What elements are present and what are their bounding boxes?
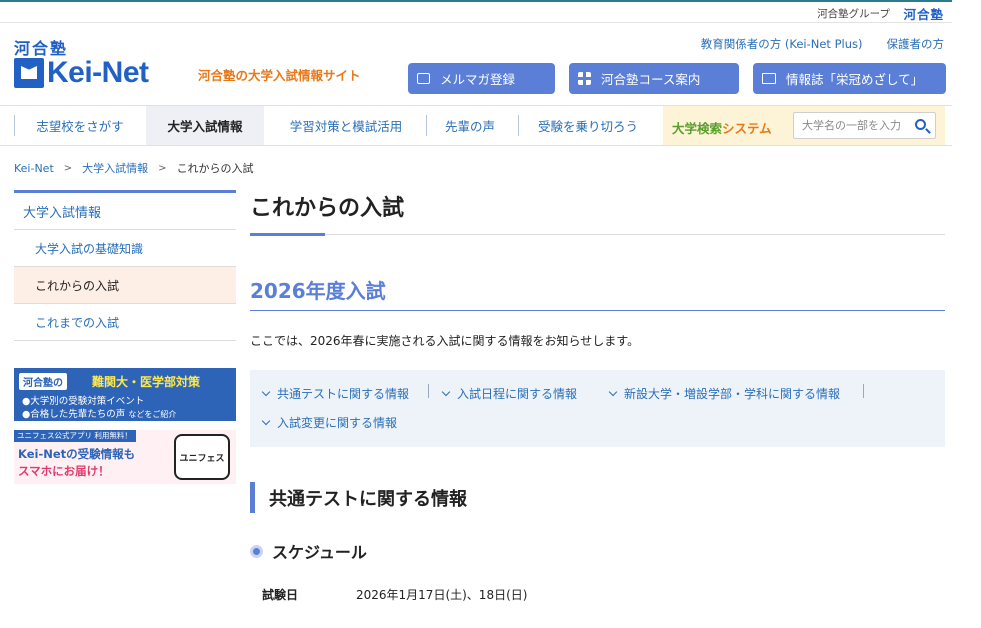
group-logo[interactable]: 河合塾 [903,4,944,23]
breadcrumb-admission[interactable]: 大学入試情報 [82,160,148,176]
header-buttons: メルマガ登録 河合塾コース案内 情報誌「栄冠めざして」 [408,63,946,94]
chevron-right-icon: > [63,162,73,174]
section-divider [250,310,945,311]
book-logo-icon [14,58,44,88]
sidebar-item-upcoming[interactable]: これからの入試 [14,267,236,304]
newsletter-button[interactable]: メルマガ登録 [408,63,555,94]
search-label-b: システム [722,121,772,136]
sidebar-item-past[interactable]: これまでの入試 [14,304,236,341]
intro-text: ここでは、2026年春に実施される入試に関する情報をお知らせします。 [250,334,640,348]
kei-net-logo[interactable]: Kei-Net [14,57,149,89]
group-bar: 河合塾グループ 河合塾 [0,2,952,23]
schedule-row: 試験日 2026年1月17日(土)、18日(日) [262,586,527,603]
jump-schedule[interactable]: 入試日程に関する情報 [441,385,578,402]
jump-common-test-label: 共通テストに関する情報 [277,387,410,401]
jump-schedule-label: 入試日程に関する情報 [457,387,578,401]
schedule-heading-text: スケジュール [272,543,367,562]
sidebar-item-basics[interactable]: 大学入試の基礎知識 [14,230,236,267]
search-icon[interactable] [915,119,926,130]
chevron-down-icon [441,387,451,396]
chevron-right-icon: > [158,162,167,174]
anchor-links: 共通テストに関する情報 入試日程に関する情報 新設大学・増設学部・学科に関する情… [250,370,945,447]
course-guide-button[interactable]: 河合塾コース案内 [569,63,739,94]
sidebar: 大学入試情報 大学入試の基礎知識 これからの入試 これまでの入試 [14,190,236,341]
breadcrumb: Kei-Net > 大学入試情報 > これからの入試 [14,160,254,176]
nav-admission-info[interactable]: 大学入試情報 [146,106,264,145]
mail-icon [417,73,430,84]
chevron-down-icon [608,387,618,396]
title-divider [250,233,945,236]
book-icon [762,73,776,84]
unifes-app-icon: ユニフェス [174,434,230,480]
banner2-line2: スマホにお届け！ [18,464,110,478]
nav-senpai-voice[interactable]: 先輩の声 [426,106,514,145]
bullet-icon [250,544,263,558]
separator [863,384,864,398]
banner1-line1: ●大学別の受験対策イベント [22,396,145,407]
site-tagline: 河合塾の大学入試情報サイト [198,68,361,83]
search-system-label[interactable]: 大学検索システム [672,118,772,137]
breadcrumb-home[interactable]: Kei-Net [14,162,54,175]
chevron-down-icon [261,416,271,425]
schedule-value: 2026年1月17日(土)、18日(日) [356,588,528,602]
page-title: これからの入試 [250,196,405,221]
breadcrumb-current: これからの入試 [176,162,254,175]
jump-new-faculty[interactable]: 新設大学・増設学部・学科に関する情報 [608,385,841,402]
site-header: 河合塾 Kei-Net 河合塾の大学入試情報サイト 教育関係者の方 (Kei-N… [0,23,952,105]
sidebar-heading[interactable]: 大学入試情報 [14,190,236,230]
magazine-label: 情報誌「栄冠めざして」 [786,72,924,87]
magazine-button[interactable]: 情報誌「栄冠めざして」 [753,63,946,94]
utility-links: 教育関係者の方 (Kei-Net Plus) 保護者の方 [701,36,944,52]
link-parents[interactable]: 保護者の方 [887,36,945,52]
nav-find-school[interactable]: 志望校をさがす [14,106,146,145]
banner1-tag: 河合塾の [19,373,67,390]
group-label: 河合塾グループ [817,8,890,20]
banner1-line2-small: などをご紹介 [128,410,177,419]
jump-common-test[interactable]: 共通テストに関する情報 [261,385,410,402]
banner1-line2: ●合格した先輩たちの声 などをご紹介 [22,406,176,420]
course-guide-label: 河合塾コース案内 [601,72,701,87]
chevron-down-icon [261,387,271,396]
brand-name: Kei-Net [47,56,149,89]
banner2-top: ユニフェス公式アプリ 利用無料！ [14,430,136,442]
jump-new-faculty-label: 新設大学・増設学部・学科に関する情報 [624,387,841,401]
link-educators[interactable]: 教育関係者の方 (Kei-Net Plus) [701,36,863,52]
schedule-heading: スケジュール [250,539,367,563]
schedule-key: 試験日 [262,588,299,602]
jump-changes[interactable]: 入試変更に関する情報 [261,414,398,431]
search-label-a: 大学検索 [672,121,723,136]
banner2-line1: Kei-Netの受験情報も [18,447,136,461]
jump-changes-label: 入試変更に関する情報 [277,416,398,430]
global-nav: 志望校をさがす 大学入試情報 学習対策と模試活用 先輩の声 受験を乗り切ろう 大… [0,105,952,146]
banner-difficult-univ[interactable]: 河合塾の 難関大・医学部対策 ●大学別の受験対策イベント ●合格した先輩たちの声… [14,368,236,421]
banner1-line2-text: ●合格した先輩たちの声 [22,409,126,420]
university-search: 大学検索システム [663,106,945,145]
section-heading: 2026年度入試 [250,279,386,303]
nav-study-mock[interactable]: 学習対策と模試活用 [270,106,422,145]
newsletter-label: メルマガ登録 [440,72,516,87]
separator [428,384,429,398]
nav-get-through[interactable]: 受験を乗り切ろう [518,106,658,145]
common-test-heading: 共通テストに関する情報 [250,482,467,513]
banner-unifes-app[interactable]: ユニフェス公式アプリ 利用無料！ Kei-Netの受験情報も スマホにお届け！ … [14,430,236,484]
grid-icon [578,72,591,85]
banner1-title: 難関大・医学部対策 [92,375,201,389]
